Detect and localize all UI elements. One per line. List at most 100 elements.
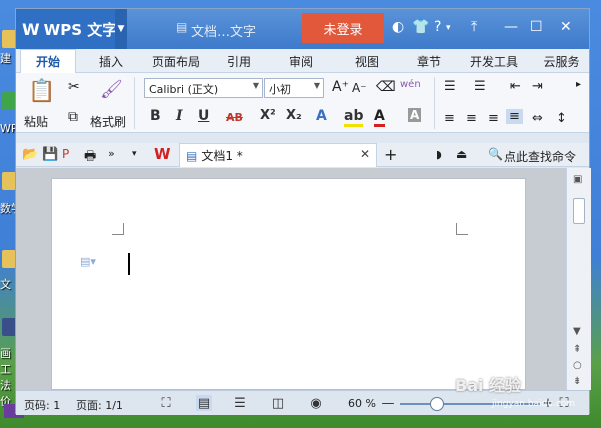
tab-insert[interactable]: 插入	[86, 49, 136, 73]
page-number: 页码: 1	[24, 399, 61, 412]
paragraph-options-icon[interactable]: ▤▾	[80, 255, 96, 268]
char-shading-icon[interactable]: A	[408, 108, 422, 122]
font-size-value: 小初	[269, 83, 291, 96]
search-icon[interactable]: 🔍	[488, 147, 503, 161]
maximize-icon[interactable]: ☐	[530, 19, 543, 35]
app-icon[interactable]	[2, 318, 16, 336]
tab-sections[interactable]: 章节	[404, 49, 454, 73]
minimize-icon[interactable]: —	[504, 19, 518, 35]
tab-cloud-services[interactable]: 云服务	[534, 49, 589, 73]
close-tab-icon[interactable]: ✕	[360, 147, 370, 161]
decrease-indent-icon[interactable]: ⇤	[510, 79, 521, 94]
line-spacing-icon[interactable]: ↕	[556, 111, 567, 126]
shrink-font-icon[interactable]: A⁻	[352, 81, 367, 95]
desktop-icon[interactable]	[2, 30, 16, 48]
document-tab[interactable]: ▤ 文档1 *	[179, 143, 377, 167]
margin-mark	[112, 223, 124, 235]
pinyin-guide-button[interactable]: wén	[400, 79, 421, 90]
cut-icon[interactable]: ✂	[68, 79, 80, 95]
tab-references[interactable]: 引用	[214, 49, 264, 73]
vertical-scrollbar[interactable]: ▣ ▼ ⇞ ○ ⇟	[566, 168, 591, 390]
select-browse-object-icon[interactable]: ○	[573, 360, 582, 371]
command-search-label[interactable]: 点此查找命令	[504, 148, 576, 165]
scroll-down-icon[interactable]: ▼	[573, 326, 581, 337]
previous-page-icon[interactable]: ⇞	[573, 344, 581, 355]
clear-format-icon[interactable]: ⌫	[376, 79, 396, 95]
tab-view[interactable]: 视图	[342, 49, 392, 73]
more-icon[interactable]: ▸	[576, 79, 581, 90]
subscript-button[interactable]: X₂	[286, 108, 302, 123]
copy-icon[interactable]: ⧉	[68, 109, 78, 125]
app-menu-dropdown-icon[interactable]: ▼	[115, 9, 127, 49]
grow-font-icon[interactable]: A⁺	[332, 79, 349, 95]
italic-button[interactable]: I	[176, 108, 183, 124]
ribbon-separator	[134, 77, 135, 129]
paste-button-label[interactable]: 粘贴	[24, 113, 48, 130]
paste-icon[interactable]: 📋	[28, 79, 55, 104]
distributed-align-icon[interactable]: ⇔	[532, 111, 543, 126]
superscript-button[interactable]: X²	[260, 108, 276, 123]
font-color-icon[interactable]: A	[374, 108, 385, 127]
numbered-list-icon[interactable]: ☰	[474, 79, 486, 94]
justify-icon[interactable]: ≡	[506, 109, 523, 124]
collapse-ribbon-icon[interactable]: ⏏	[456, 147, 467, 161]
folder-icon[interactable]	[2, 172, 16, 190]
bullet-list-icon[interactable]: ☰	[444, 79, 456, 94]
document-outline-icon[interactable]: ◗	[436, 148, 442, 161]
tab-review[interactable]: 审阅	[276, 49, 326, 73]
desktop-icon-label: WPS	[0, 122, 16, 135]
increase-indent-icon[interactable]: ⇥	[532, 79, 543, 94]
title-bar: W WPS 文字 ▼ ▤ 文档…文字 未登录 ◐ 👕 ? ▾ ⤒ — ☐ ✕	[16, 9, 589, 49]
chevron-down-icon[interactable]: ▾	[132, 149, 137, 159]
font-size-select[interactable]: 小初 ▼	[264, 78, 324, 98]
login-button[interactable]: 未登录	[302, 13, 384, 43]
next-page-icon[interactable]: ⇟	[573, 376, 581, 387]
restore-view-icon[interactable]: ⤒	[471, 19, 477, 35]
format-painter-icon[interactable]: 🖌	[100, 79, 123, 100]
eye-protection-icon[interactable]: ◉	[308, 395, 324, 411]
desktop-icon-label: 画工 法价	[0, 347, 11, 408]
document-page[interactable]: ▤▾	[51, 178, 526, 390]
page-view-icon[interactable]: ▤	[196, 395, 212, 411]
open-folder-icon[interactable]: 📂	[22, 147, 38, 162]
font-name-select[interactable]: Calibri (正文) ▼	[144, 78, 263, 98]
tab-home[interactable]: 开始	[20, 49, 76, 73]
underline-button[interactable]: U	[198, 108, 209, 124]
tab-developer[interactable]: 开发工具	[462, 49, 526, 73]
web-view-icon[interactable]: ◫	[270, 395, 286, 411]
export-pdf-icon[interactable]: P	[62, 147, 69, 161]
zoom-slider-knob[interactable]	[429, 397, 444, 411]
scroll-thumb[interactable]	[573, 198, 585, 224]
wps-desktop-icon[interactable]	[2, 92, 16, 110]
highlight-icon[interactable]: ab	[344, 108, 364, 127]
chevron-down-icon[interactable]: ▾	[446, 23, 451, 33]
new-tab-icon[interactable]: +	[384, 145, 397, 164]
bold-button[interactable]: B	[150, 108, 161, 124]
align-right-icon[interactable]: ≡	[488, 111, 499, 126]
format-painter-label[interactable]: 格式刷	[90, 113, 126, 130]
help-icon[interactable]: ?	[434, 19, 441, 35]
wps-home-icon[interactable]: W	[154, 145, 171, 163]
save-icon[interactable]: 💾	[42, 147, 58, 162]
more-commands-icon[interactable]: »	[108, 147, 115, 160]
document-tab-label: 文档1 *	[201, 149, 243, 163]
document-area: ▤▾	[16, 168, 566, 390]
align-left-icon[interactable]: ≡	[444, 111, 455, 126]
desktop-icon-label: 文	[0, 278, 11, 291]
outline-view-icon[interactable]: ☰	[232, 395, 248, 411]
folder-icon[interactable]	[2, 250, 16, 268]
print-icon[interactable]: 🖶	[84, 147, 96, 169]
strikethrough-button[interactable]: AB	[226, 111, 243, 124]
skin-icon[interactable]: ◐	[392, 19, 404, 35]
ruler-toggle-icon[interactable]: ▣	[573, 174, 582, 185]
app-menu-button[interactable]: W WPS 文字	[16, 9, 127, 49]
align-center-icon[interactable]: ≡	[466, 111, 477, 126]
tab-page-layout[interactable]: 页面布局	[144, 49, 208, 73]
text-effect-icon[interactable]: A	[316, 108, 327, 124]
close-icon[interactable]: ✕	[560, 19, 572, 35]
fullscreen-icon[interactable]: ⛶	[158, 395, 174, 411]
watermark-url: jingyan.baidu.com	[492, 399, 576, 409]
shirt-icon[interactable]: 👕	[412, 19, 429, 35]
zoom-out-icon[interactable]: —	[380, 395, 396, 411]
quick-access-toolbar: 📂 💾 P 🖶 » ▾ W ▤ 文档1 * ✕ + ◗ ⏏ 🔍 点此查找命令	[16, 143, 589, 167]
